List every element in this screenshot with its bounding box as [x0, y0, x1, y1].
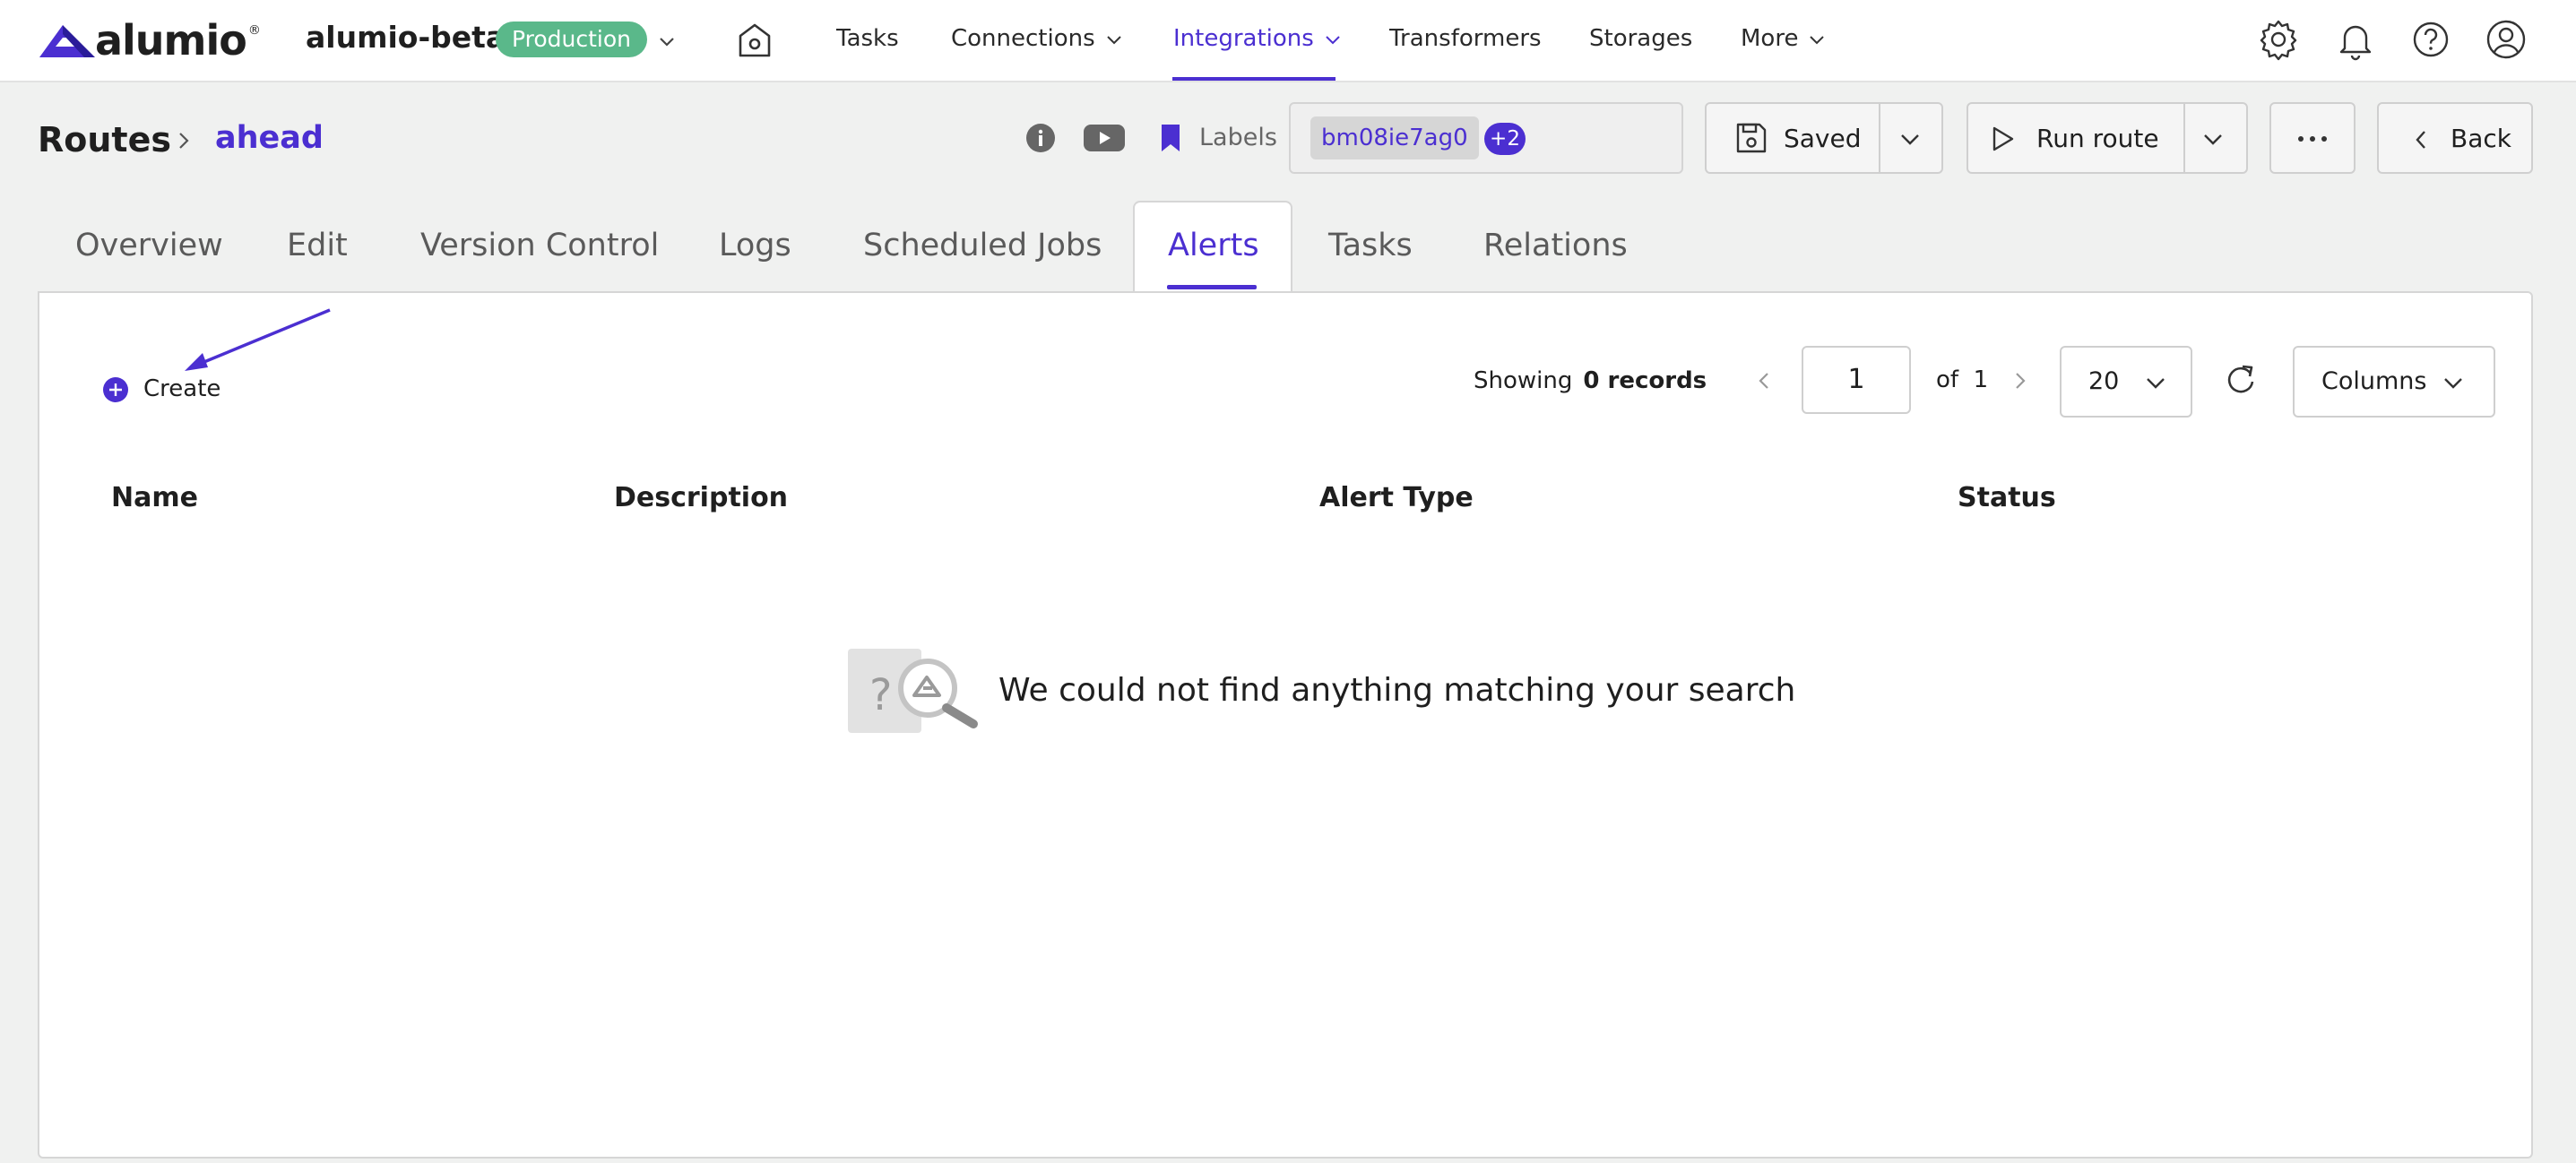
empty-state-message: We could not find anything matching your…	[998, 672, 1796, 709]
label-chip[interactable]: bm08ie7ag0	[1310, 116, 1479, 159]
top-navbar: alumio ® alumio-beta Production Tasks Co…	[0, 0, 2576, 82]
chevron-down-icon	[1810, 35, 1825, 44]
no-results-illustration-icon: ?	[848, 649, 978, 733]
chevron-down-icon[interactable]	[656, 30, 678, 52]
showing-label: Showing	[1474, 367, 1573, 394]
tab-tasks[interactable]: Tasks	[1328, 228, 1413, 263]
per-page-value: 20	[2088, 367, 2120, 395]
column-header-description[interactable]: Description	[614, 482, 788, 513]
annotation-arrow	[185, 308, 331, 371]
nav-item-transformers[interactable]: Transformers	[1389, 25, 1542, 52]
nav-item-integrations[interactable]: Integrations	[1173, 25, 1343, 52]
back-button[interactable]: Back	[2377, 102, 2533, 174]
saved-button[interactable]: Saved	[1784, 124, 1862, 153]
brand-name: alumio	[95, 16, 247, 65]
video-play-icon[interactable]	[1083, 124, 1126, 152]
chevron-down-icon	[1326, 35, 1340, 44]
chevron-down-icon	[2147, 378, 2165, 389]
home-icon[interactable]	[733, 18, 776, 61]
run-route-button[interactable]: Run route	[2036, 124, 2159, 153]
bookmark-icon	[1162, 125, 1180, 151]
records-count: 0 records	[1583, 367, 1707, 394]
ellipsis-icon	[2298, 136, 2327, 142]
gear-icon[interactable]	[2257, 18, 2300, 61]
page-number-input[interactable]: 1	[1802, 346, 1911, 414]
chevron-down-icon	[1106, 35, 1121, 44]
tab-alerts[interactable]: Alerts	[1168, 228, 1259, 263]
plus-circle-icon[interactable]	[102, 376, 129, 403]
column-header-name[interactable]: Name	[111, 482, 198, 513]
back-label: Back	[2451, 124, 2511, 153]
trademark-mark: ®	[247, 23, 261, 38]
total-pages: 1	[1973, 366, 1989, 393]
nav-item-label: Integrations	[1173, 25, 1314, 52]
user-avatar-icon[interactable]	[2485, 18, 2528, 61]
tab-scheduled-jobs[interactable]: Scheduled Jobs	[863, 228, 1102, 263]
create-button[interactable]: Create	[143, 375, 220, 402]
refresh-icon[interactable]	[2223, 362, 2259, 398]
columns-select[interactable]: Columns	[2293, 346, 2495, 418]
page-total: of 1	[1936, 366, 1988, 393]
button-divider	[1879, 104, 1880, 172]
nav-item-label: More	[1741, 25, 1799, 52]
info-icon[interactable]	[1025, 123, 1056, 153]
chevron-right-icon	[179, 133, 189, 149]
environment-badge[interactable]: Production	[496, 22, 648, 57]
help-icon[interactable]	[2409, 18, 2452, 61]
nav-item-storages[interactable]: Storages	[1589, 25, 1692, 52]
active-nav-underline	[1172, 77, 1336, 81]
of-label: of	[1936, 366, 1959, 393]
per-page-select[interactable]: 20	[2060, 346, 2192, 418]
environment-name[interactable]: alumio-beta	[306, 20, 506, 55]
nav-item-more[interactable]: More	[1741, 25, 1827, 52]
tab-version-control[interactable]: Version Control	[420, 228, 659, 263]
alumio-logo[interactable]: alumio ®	[36, 16, 261, 65]
nav-item-connections[interactable]: Connections	[951, 25, 1124, 52]
tab-relations[interactable]: Relations	[1483, 228, 1628, 263]
svg-text:?: ?	[869, 670, 892, 720]
saved-button-group: Saved	[1705, 102, 1943, 174]
play-icon	[1993, 126, 2014, 151]
chevron-down-icon[interactable]	[2201, 129, 2225, 151]
label-more-badge[interactable]: +2	[1484, 123, 1526, 155]
chevron-right-icon[interactable]	[2010, 369, 2031, 392]
records-summary: Showing 0 records	[1474, 367, 1707, 394]
button-divider	[2183, 104, 2185, 172]
chevron-down-icon[interactable]	[1898, 129, 1922, 151]
labels-caption: Labels	[1199, 124, 1277, 151]
chevron-left-icon	[2416, 131, 2425, 149]
columns-label: Columns	[2321, 367, 2427, 395]
alerts-panel	[38, 291, 2533, 1159]
tab-edit[interactable]: Edit	[287, 228, 348, 263]
tab-logs[interactable]: Logs	[719, 228, 791, 263]
breadcrumb-current: ahead	[215, 120, 324, 156]
alumio-logo-icon	[39, 25, 95, 57]
column-header-status[interactable]: Status	[1958, 482, 2056, 513]
bell-icon[interactable]	[2334, 18, 2377, 61]
breadcrumb-routes[interactable]: Routes	[38, 120, 171, 159]
column-header-alert-type[interactable]: Alert Type	[1319, 482, 1474, 513]
run-route-button-group: Run route	[1967, 102, 2248, 174]
nav-item-label: Connections	[951, 25, 1095, 52]
more-actions-button[interactable]	[2269, 102, 2356, 174]
tab-overview[interactable]: Overview	[75, 228, 223, 263]
save-icon	[1736, 123, 1767, 153]
active-tab-underline	[1167, 285, 1257, 289]
chevron-left-icon[interactable]	[1753, 369, 1775, 392]
nav-item-tasks[interactable]: Tasks	[836, 25, 899, 52]
labels-field[interactable]: bm08ie7ag0 +2	[1289, 102, 1683, 174]
chevron-down-icon	[2444, 378, 2462, 389]
